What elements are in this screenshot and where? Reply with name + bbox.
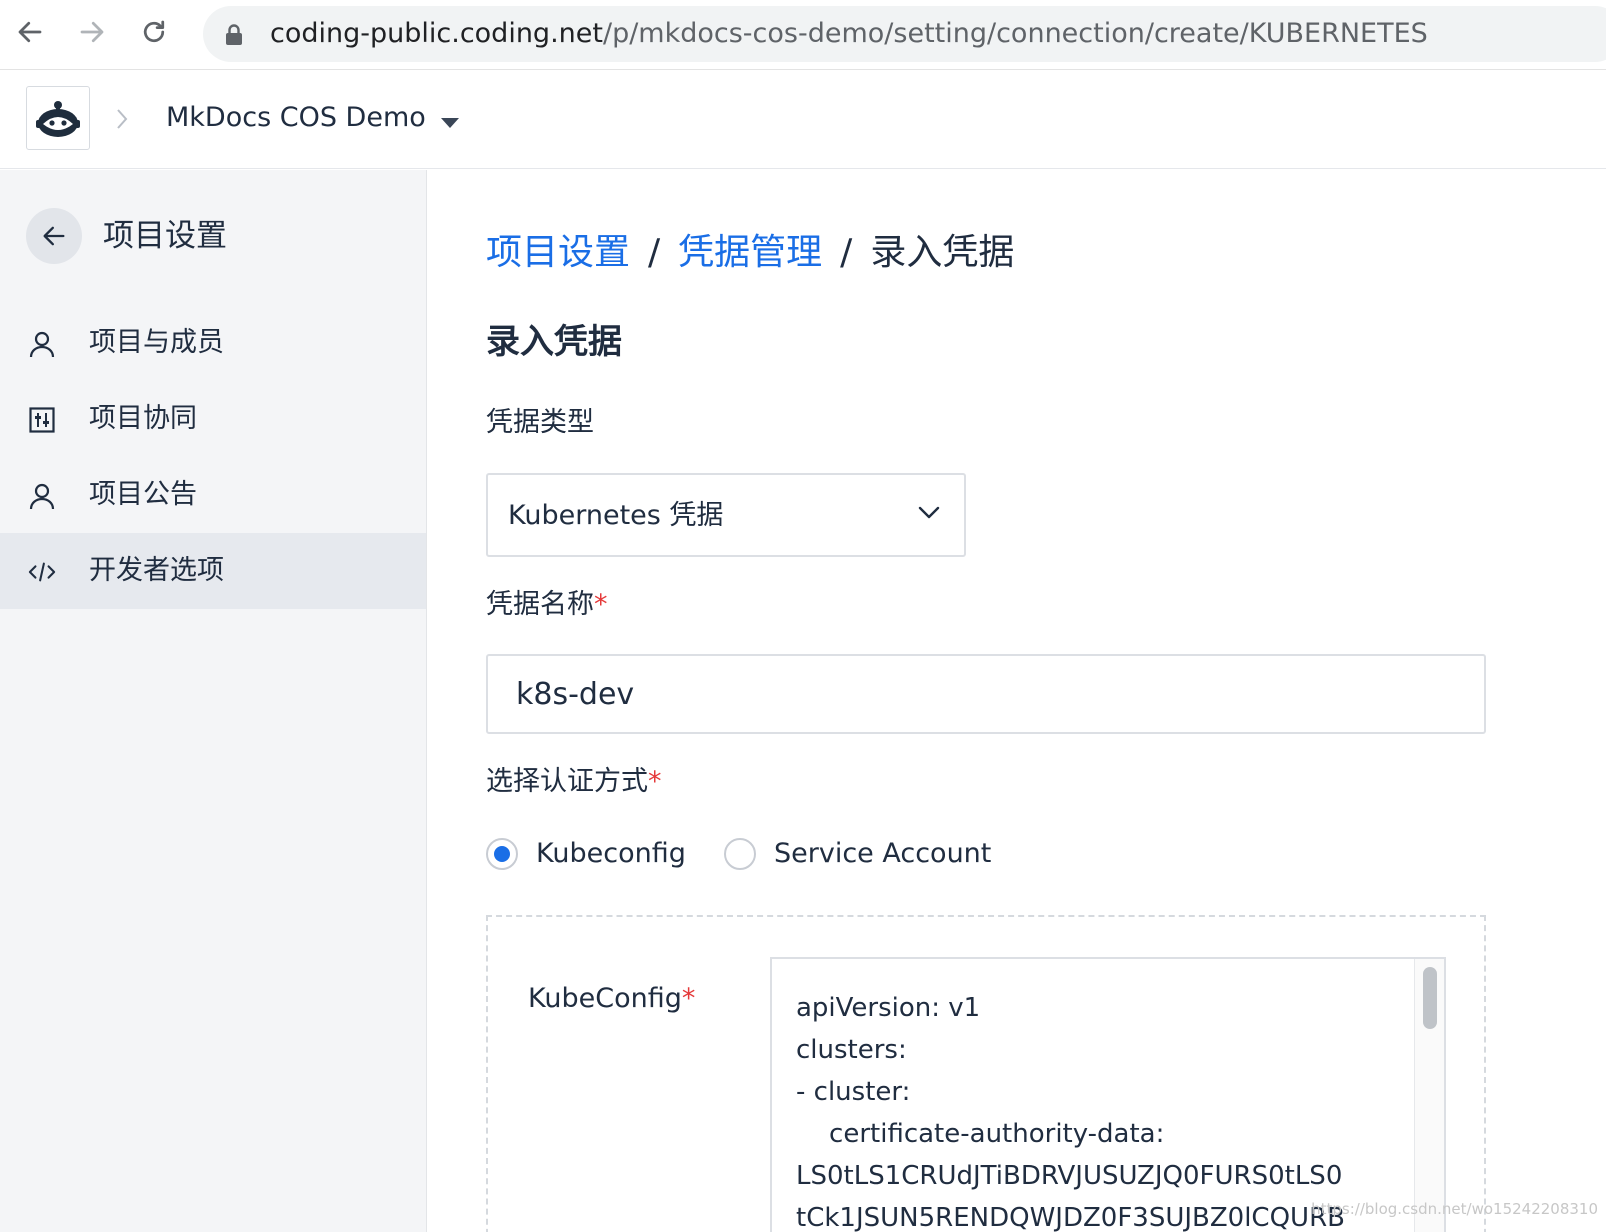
radio-circle-checked[interactable] xyxy=(486,838,518,870)
app-header: MkDocs COS Demo xyxy=(0,70,1606,169)
breadcrumb-current: 录入凭据 xyxy=(870,232,1015,273)
required-mark: * xyxy=(681,983,696,1014)
required-mark: * xyxy=(594,589,608,620)
reload-icon[interactable] xyxy=(136,14,172,50)
kubeconfig-panel: KubeConfig* apiVersion: v1 clusters: - c… xyxy=(486,915,1486,1232)
radio-circle[interactable] xyxy=(724,838,756,870)
caret-down-icon[interactable] xyxy=(440,114,460,133)
radio-label: Kubeconfig xyxy=(536,838,686,869)
watermark: https://blog.csdn.net/wo15242208310 xyxy=(1311,1200,1598,1218)
project-switcher[interactable]: MkDocs COS Demo xyxy=(166,101,426,135)
breadcrumb-separator: / xyxy=(840,232,853,273)
chevron-right-icon xyxy=(114,106,130,136)
user-icon xyxy=(28,482,56,510)
user-icon xyxy=(28,330,56,358)
page-title: 录入凭据 xyxy=(486,322,622,362)
sidebar-item-label: 项目公告 xyxy=(89,479,197,510)
code-icon xyxy=(28,558,56,586)
arrow-left-icon xyxy=(43,226,65,246)
sidebar-item-collaboration[interactable]: 项目协同 xyxy=(0,381,426,457)
radio-kubeconfig[interactable]: Kubeconfig xyxy=(486,837,686,871)
sidebar-item-label: 项目与成员 xyxy=(89,327,224,358)
breadcrumb-separator: / xyxy=(648,232,661,273)
sidebar-item-members[interactable]: 项目与成员 xyxy=(0,305,426,381)
sidebar-item-announcement[interactable]: 项目公告 xyxy=(0,457,426,533)
sidebar-item-developer[interactable]: 开发者选项 xyxy=(0,533,426,609)
address-bar[interactable]: coding-public.coding.net/p/mkdocs-cos-de… xyxy=(203,6,1606,62)
breadcrumb-credential-management[interactable]: 凭据管理 xyxy=(678,232,822,273)
breadcrumb-project-settings[interactable]: 项目设置 xyxy=(486,232,630,273)
credential-type-select[interactable]: Kubernetes 凭据 xyxy=(486,473,966,557)
lock-icon xyxy=(225,24,243,50)
sidebar-item-label: 开发者选项 xyxy=(89,555,224,586)
main-content: 项目设置 / 凭据管理 / 录入凭据 录入凭据 凭据类型 Kubernetes 凭据 凭… xyxy=(428,170,1606,1232)
kubeconfig-content: apiVersion: v1 clusters: - cluster: cert… xyxy=(796,993,1345,1232)
sliders-icon xyxy=(28,406,56,434)
browser-toolbar: coding-public.coding.net/p/mkdocs-cos-de… xyxy=(0,0,1606,70)
radio-dot xyxy=(494,846,510,862)
coding-logo[interactable] xyxy=(26,86,90,150)
kubeconfig-textarea[interactable]: apiVersion: v1 clusters: - cluster: cert… xyxy=(770,957,1446,1232)
chevron-down-icon xyxy=(918,505,940,524)
sidebar-title: 项目设置 xyxy=(103,218,227,254)
sidebar-item-label: 项目协同 xyxy=(89,403,197,434)
credential-name-label: 凭据名称* xyxy=(486,589,608,620)
radio-label: Service Account xyxy=(774,838,992,869)
back-button[interactable] xyxy=(26,208,82,264)
back-icon[interactable] xyxy=(12,14,48,50)
forward-icon[interactable] xyxy=(74,14,110,50)
credential-type-value: Kubernetes 凭据 xyxy=(508,500,724,531)
sidebar: 项目设置 项目与成员 项目协同 项目公告 开发者选项 xyxy=(0,170,427,1232)
logo-icon xyxy=(36,101,80,137)
auth-method-label: 选择认证方式* xyxy=(486,766,662,797)
scrollbar-thumb[interactable] xyxy=(1423,967,1437,1029)
breadcrumb: 项目设置 / 凭据管理 / 录入凭据 xyxy=(486,230,1014,276)
credential-name-input[interactable] xyxy=(486,654,1486,734)
radio-service-account[interactable]: Service Account xyxy=(724,837,991,871)
scrollbar[interactable] xyxy=(1414,959,1444,1232)
url-text: coding-public.coding.net/p/mkdocs-cos-de… xyxy=(270,18,1428,49)
required-mark: * xyxy=(648,766,662,797)
credential-type-label: 凭据类型 xyxy=(486,407,594,438)
kubeconfig-label: KubeConfig* xyxy=(528,983,696,1014)
